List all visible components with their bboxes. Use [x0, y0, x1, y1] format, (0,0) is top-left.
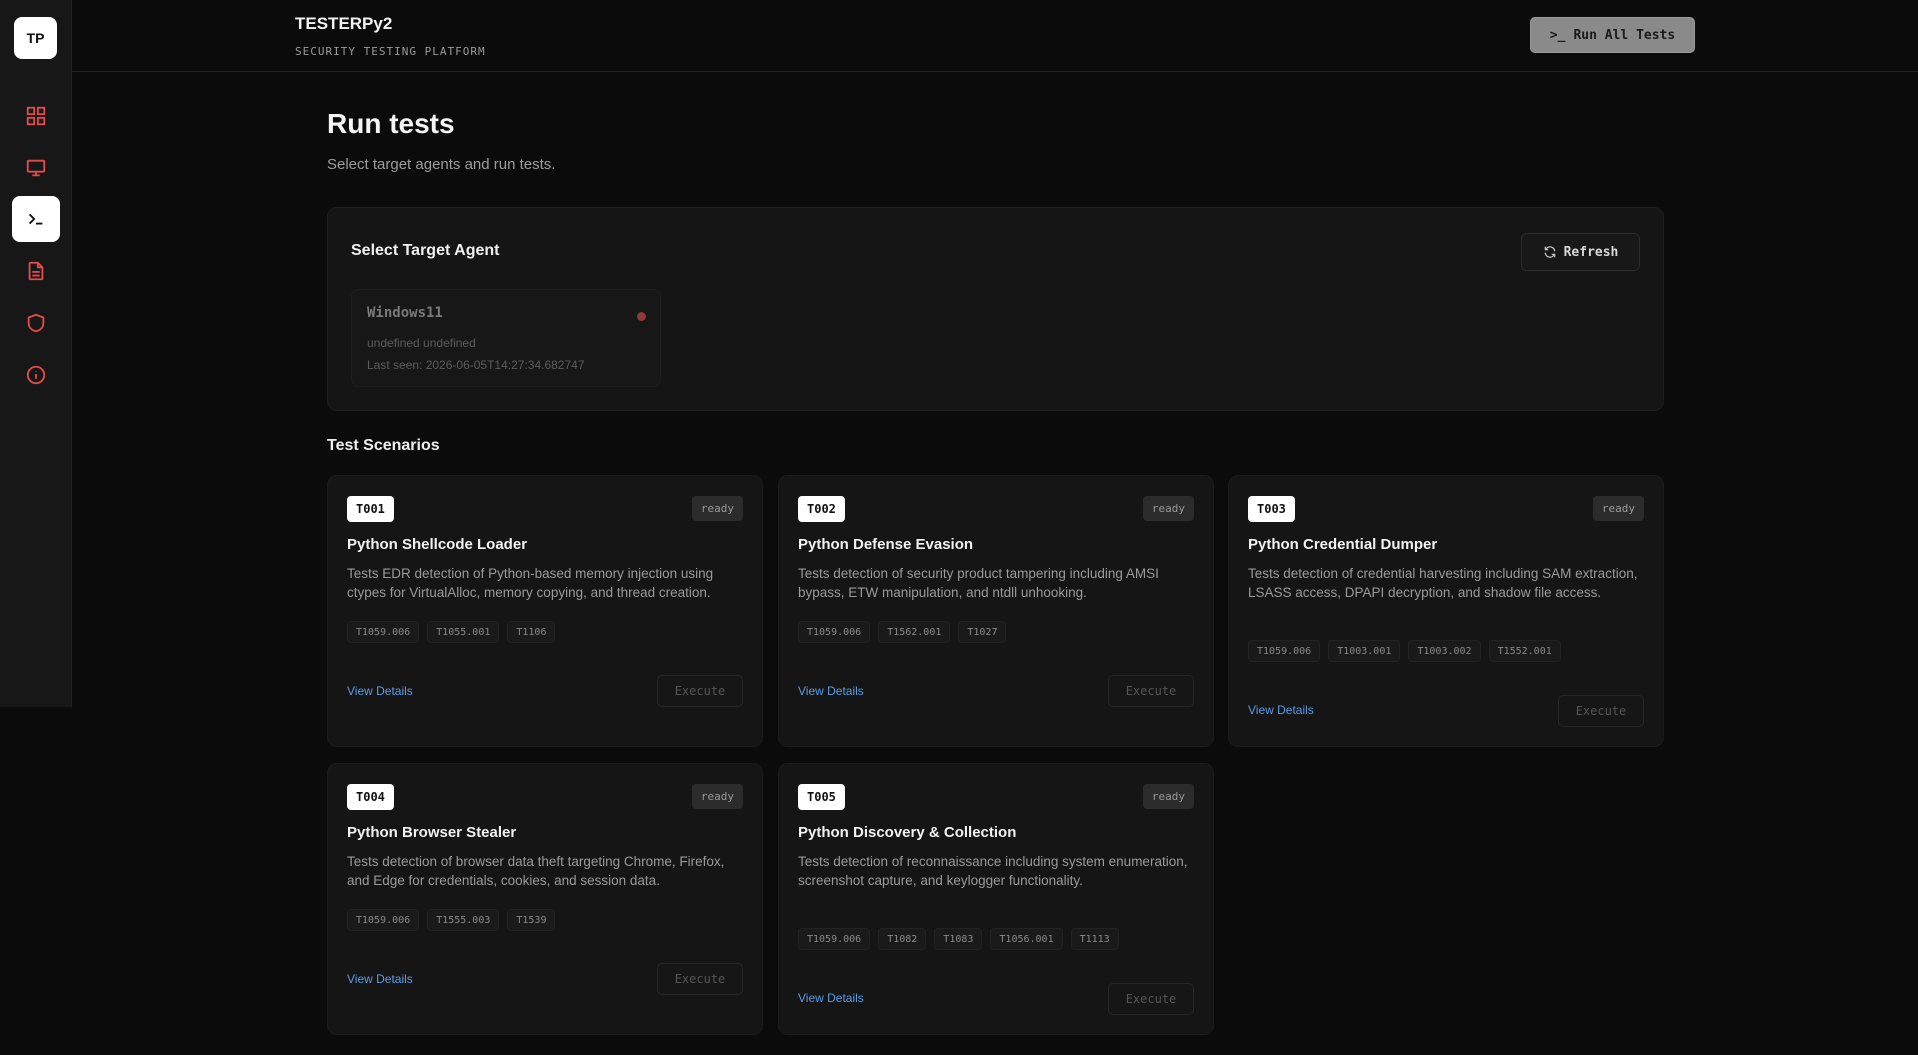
scenario-card: T001 ready Python Shellcode Loader Tests…	[327, 475, 763, 747]
agent-name: Windows11	[367, 305, 443, 321]
view-details-link[interactable]: View Details	[347, 972, 413, 986]
info-icon	[26, 365, 46, 385]
status-badge: ready	[1142, 784, 1194, 809]
scenario-id-badge: T001	[347, 496, 394, 522]
scenario-id-badge: T004	[347, 784, 394, 810]
refresh-icon	[1544, 246, 1555, 258]
technique-tag: T1113	[1070, 928, 1119, 950]
technique-tag: T1003.001	[1328, 640, 1401, 662]
scenario-title: Python Shellcode Loader	[347, 536, 528, 553]
status-badge: ready	[691, 784, 743, 809]
technique-tag: T1059.006	[798, 621, 871, 643]
page-title: Run tests	[327, 108, 455, 139]
status-badge: ready	[691, 496, 743, 521]
agent-status-dot	[637, 312, 646, 321]
sidebar: TP	[0, 0, 72, 707]
technique-tag: T1083	[934, 928, 983, 950]
scenario-description: Tests detection of security product tamp…	[798, 566, 1159, 600]
technique-tags: T1059.006 T1003.001 T1003.002 T1552.001	[1248, 640, 1561, 662]
target-agent-title: Select Target Agent	[351, 242, 500, 259]
scenario-card: T002 ready Python Defense Evasion Tests …	[778, 475, 1214, 747]
document-icon	[28, 261, 44, 281]
refresh-label: Refresh	[1563, 244, 1619, 260]
technique-tag: T1106	[507, 621, 556, 643]
view-details-link[interactable]: View Details	[1248, 703, 1314, 717]
technique-tag: T1056.001	[990, 928, 1063, 950]
technique-tag: T1059.006	[1248, 640, 1321, 662]
monitor-icon	[26, 159, 46, 177]
dashboard-icon	[26, 106, 46, 126]
app-logo[interactable]: TP	[14, 17, 57, 59]
scenario-card: T003 ready Python Credential Dumper Test…	[1228, 475, 1664, 747]
refresh-button[interactable]: Refresh	[1521, 233, 1640, 271]
execute-button[interactable]: Execute	[1108, 983, 1194, 1015]
scenario-title: Python Credential Dumper	[1248, 536, 1438, 553]
target-agent-panel: Select Target Agent Refresh Windows11 un…	[327, 207, 1664, 411]
technique-tag: T1555.003	[427, 909, 500, 931]
scenario-description: Tests detection of reconnaissance includ…	[798, 854, 1188, 888]
scenario-title: Python Browser Stealer	[347, 824, 517, 841]
view-details-link[interactable]: View Details	[798, 991, 864, 1005]
shield-icon	[27, 313, 45, 333]
agent-last-seen: Last seen: 2026-06-05T14:27:34.682747	[367, 358, 585, 372]
technique-tags: T1059.006 T1082 T1083 T1056.001 T1113	[798, 928, 1119, 950]
run-all-tests-button[interactable]: >_ Run All Tests	[1530, 17, 1695, 53]
scenario-card: T004 ready Python Browser Stealer Tests …	[327, 763, 763, 1035]
technique-tags: T1059.006 T1555.003 T1539	[347, 909, 556, 931]
technique-tag: T1562.001	[878, 621, 951, 643]
app-title: TESTERPy2	[295, 14, 393, 33]
technique-tag: T1055.001	[427, 621, 500, 643]
scenario-description: Tests detection of credential harvesting…	[1248, 566, 1638, 600]
technique-tag: T1539	[507, 909, 556, 931]
scenario-id-badge: T003	[1248, 496, 1295, 522]
scenario-title: Python Discovery & Collection	[798, 824, 1017, 841]
technique-tag: T1059.006	[347, 621, 420, 643]
status-badge: ready	[1592, 496, 1644, 521]
technique-tag: T1003.002	[1408, 640, 1481, 662]
scenario-card: T005 ready Python Discovery & Collection…	[778, 763, 1214, 1035]
execute-button[interactable]: Execute	[1108, 675, 1194, 707]
execute-button[interactable]: Execute	[1558, 695, 1644, 727]
agent-card[interactable]: Windows11 undefined undefined Last seen:…	[351, 289, 661, 387]
status-badge: ready	[1142, 496, 1194, 521]
sidebar-item-security[interactable]	[12, 300, 60, 346]
technique-tag: T1082	[878, 928, 927, 950]
agent-os: undefined undefined	[367, 336, 476, 350]
execute-button[interactable]: Execute	[657, 675, 743, 707]
view-details-link[interactable]: View Details	[798, 684, 864, 698]
app-subtitle: SECURITY TESTING PLATFORM	[295, 45, 486, 58]
technique-tag: T1059.006	[347, 909, 420, 931]
sidebar-item-dashboard[interactable]	[12, 93, 60, 139]
technique-tag: T1059.006	[798, 928, 871, 950]
view-details-link[interactable]: View Details	[347, 684, 413, 698]
terminal-icon	[28, 213, 43, 225]
top-header: TESTERPy2 SECURITY TESTING PLATFORM >_ R…	[72, 0, 1918, 72]
sidebar-item-agents[interactable]	[12, 145, 60, 191]
terminal-icon: >_	[1549, 27, 1566, 43]
sidebar-item-run-tests[interactable]	[12, 196, 60, 242]
scenario-description: Tests EDR detection of Python-based memo…	[347, 566, 714, 600]
scenario-id-badge: T005	[798, 784, 845, 810]
technique-tag: T1027	[958, 621, 1007, 643]
technique-tags: T1059.006 T1055.001 T1106	[347, 621, 556, 643]
test-scenarios-title: Test Scenarios	[327, 437, 440, 454]
page-description: Select target agents and run tests.	[327, 156, 556, 173]
sidebar-item-about[interactable]	[12, 352, 60, 398]
scenario-title: Python Defense Evasion	[798, 536, 974, 553]
run-all-tests-label: Run All Tests	[1573, 27, 1676, 43]
scenario-description: Tests detection of browser data theft ta…	[347, 854, 725, 888]
sidebar-item-reports[interactable]	[12, 248, 60, 294]
scenario-id-badge: T002	[798, 496, 845, 522]
technique-tag: T1552.001	[1488, 640, 1561, 662]
technique-tags: T1059.006 T1562.001 T1027	[798, 621, 1007, 643]
execute-button[interactable]: Execute	[657, 963, 743, 995]
